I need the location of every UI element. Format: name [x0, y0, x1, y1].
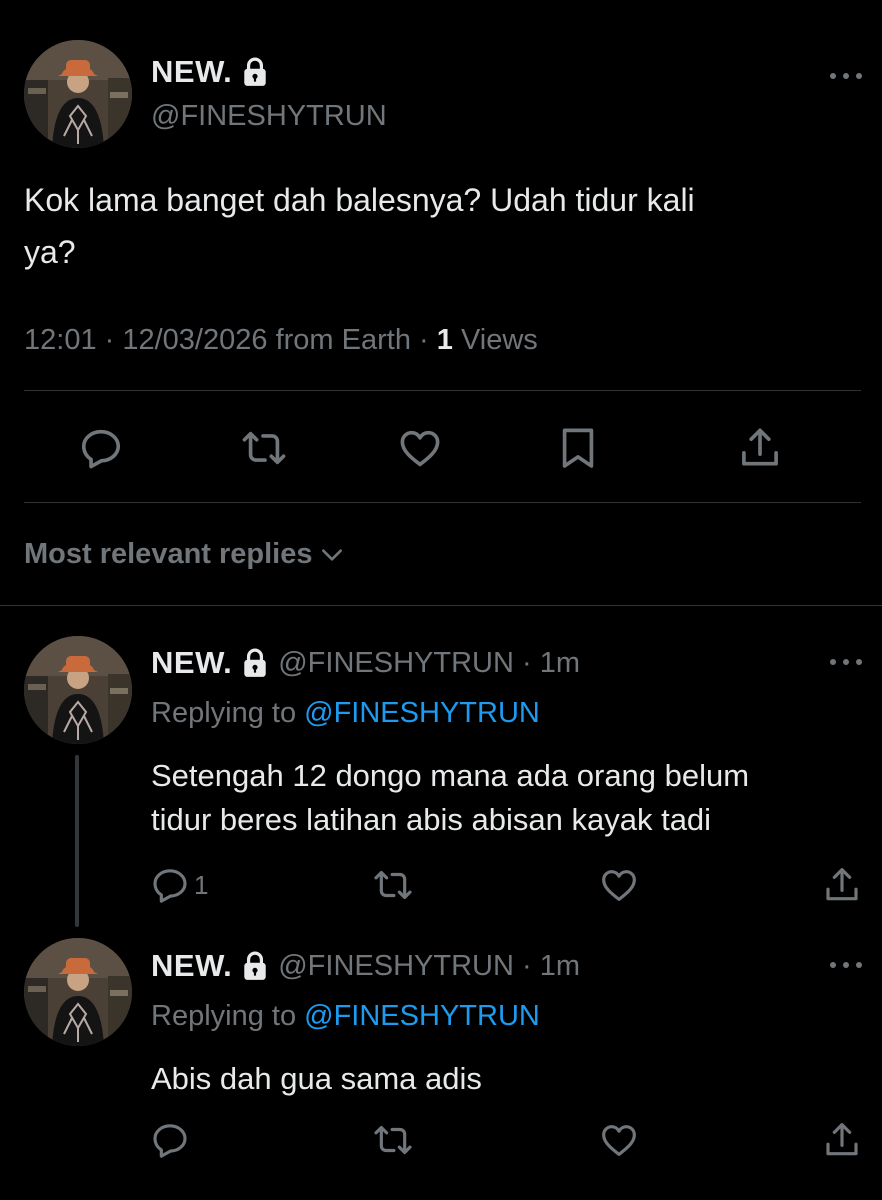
- reply-text-line: Setengah 12 dongo mana ada orang belum: [151, 758, 750, 793]
- reply-icon: [78, 425, 124, 471]
- reply-header: NEW. @FINESHYTRUN · 1m: [151, 645, 580, 681]
- more-icon[interactable]: [830, 71, 862, 81]
- replies-sort-label: Most relevant replies: [24, 538, 313, 570]
- bookmark-button[interactable]: [555, 425, 601, 471]
- reply-button[interactable]: [150, 1120, 194, 1160]
- replying-to-label: Replying to: [151, 1000, 297, 1032]
- reply-author-name[interactable]: NEW.: [151, 645, 232, 681]
- share-icon: [737, 425, 783, 471]
- retweet-icon: [373, 865, 413, 905]
- views-label[interactable]: Views: [461, 324, 538, 356]
- thread-line: [75, 755, 79, 927]
- retweet-button[interactable]: [373, 1120, 413, 1160]
- author-name-row: NEW.: [151, 54, 268, 90]
- replying-to-handle[interactable]: @FINESHYTRUN: [304, 697, 540, 729]
- divider: [0, 605, 882, 606]
- lock-icon: [242, 57, 268, 87]
- reply-avatar[interactable]: [24, 636, 132, 744]
- replies-sort-toggle[interactable]: Most relevant replies: [24, 538, 345, 571]
- avatar[interactable]: [24, 40, 132, 148]
- avatar-image: [24, 40, 132, 148]
- like-icon: [599, 865, 639, 905]
- reply-author-name[interactable]: NEW.: [151, 948, 232, 984]
- like-button[interactable]: [397, 425, 443, 471]
- divider: [24, 390, 861, 391]
- tweet-time: 12:01: [24, 324, 97, 356]
- replying-to-label: Replying to: [151, 697, 297, 729]
- share-button[interactable]: [737, 425, 783, 471]
- author-name[interactable]: NEW.: [151, 54, 232, 90]
- reply-icon: [150, 1120, 190, 1160]
- chevron-down-icon: [319, 542, 345, 568]
- views-count[interactable]: 1: [437, 324, 453, 356]
- reply-time[interactable]: 1m: [540, 950, 580, 983]
- reply-count: 1: [194, 869, 209, 900]
- retweet-button[interactable]: [373, 865, 413, 905]
- share-button[interactable]: [822, 1120, 862, 1160]
- retweet-icon: [373, 1120, 413, 1160]
- replying-to: Replying to @FINESHYTRUN: [151, 1000, 540, 1033]
- reply-button[interactable]: [78, 425, 124, 471]
- reply-text-line: tidur beres latihan abis abisan kayak ta…: [151, 802, 712, 837]
- share-button[interactable]: [822, 865, 862, 905]
- retweet-icon: [241, 425, 287, 471]
- divider: [24, 502, 861, 503]
- reply-author-handle[interactable]: @FINESHYTRUN: [278, 647, 514, 680]
- like-icon: [599, 1120, 639, 1160]
- tweet-source: from Earth: [275, 324, 411, 356]
- reply-text: Abis dah gua sama adis: [151, 1057, 482, 1101]
- author-handle[interactable]: @FINESHYTRUN: [151, 100, 387, 133]
- replying-to-handle[interactable]: @FINESHYTRUN: [304, 1000, 540, 1032]
- avatar-image: [24, 636, 132, 744]
- like-button[interactable]: [599, 865, 639, 905]
- avatar-image: [24, 938, 132, 1046]
- bookmark-icon: [555, 425, 601, 471]
- reply-button[interactable]: 1: [150, 865, 208, 905]
- reply-text-line: Abis dah gua sama adis: [151, 1061, 482, 1096]
- more-icon[interactable]: [830, 960, 862, 970]
- reply-author-handle[interactable]: @FINESHYTRUN: [278, 950, 514, 983]
- tweet-date: 12/03/2026: [122, 324, 268, 356]
- lock-icon: [242, 951, 268, 981]
- retweet-button[interactable]: [241, 425, 287, 471]
- more-icon[interactable]: [830, 657, 862, 667]
- reply-text: Setengah 12 dongo mana ada orang belum t…: [151, 754, 749, 842]
- share-icon: [822, 1120, 862, 1160]
- reply-time[interactable]: 1m: [540, 647, 580, 680]
- reply-icon: [150, 865, 190, 905]
- reply-header: NEW. @FINESHYTRUN · 1m: [151, 948, 580, 984]
- like-icon: [397, 425, 443, 471]
- tweet-text-line: ya?: [24, 234, 76, 270]
- reply-avatar[interactable]: [24, 938, 132, 1046]
- tweet-meta: 12:01 · 12/03/2026 from Earth · 1 Views: [24, 324, 538, 356]
- lock-icon: [242, 648, 268, 678]
- share-icon: [822, 865, 862, 905]
- tweet-text-line: Kok lama banget dah balesnya? Udah tidur…: [24, 182, 695, 218]
- replying-to: Replying to @FINESHYTRUN: [151, 697, 540, 730]
- like-button[interactable]: [599, 1120, 639, 1160]
- tweet-text: Kok lama banget dah balesnya? Udah tidur…: [24, 174, 695, 278]
